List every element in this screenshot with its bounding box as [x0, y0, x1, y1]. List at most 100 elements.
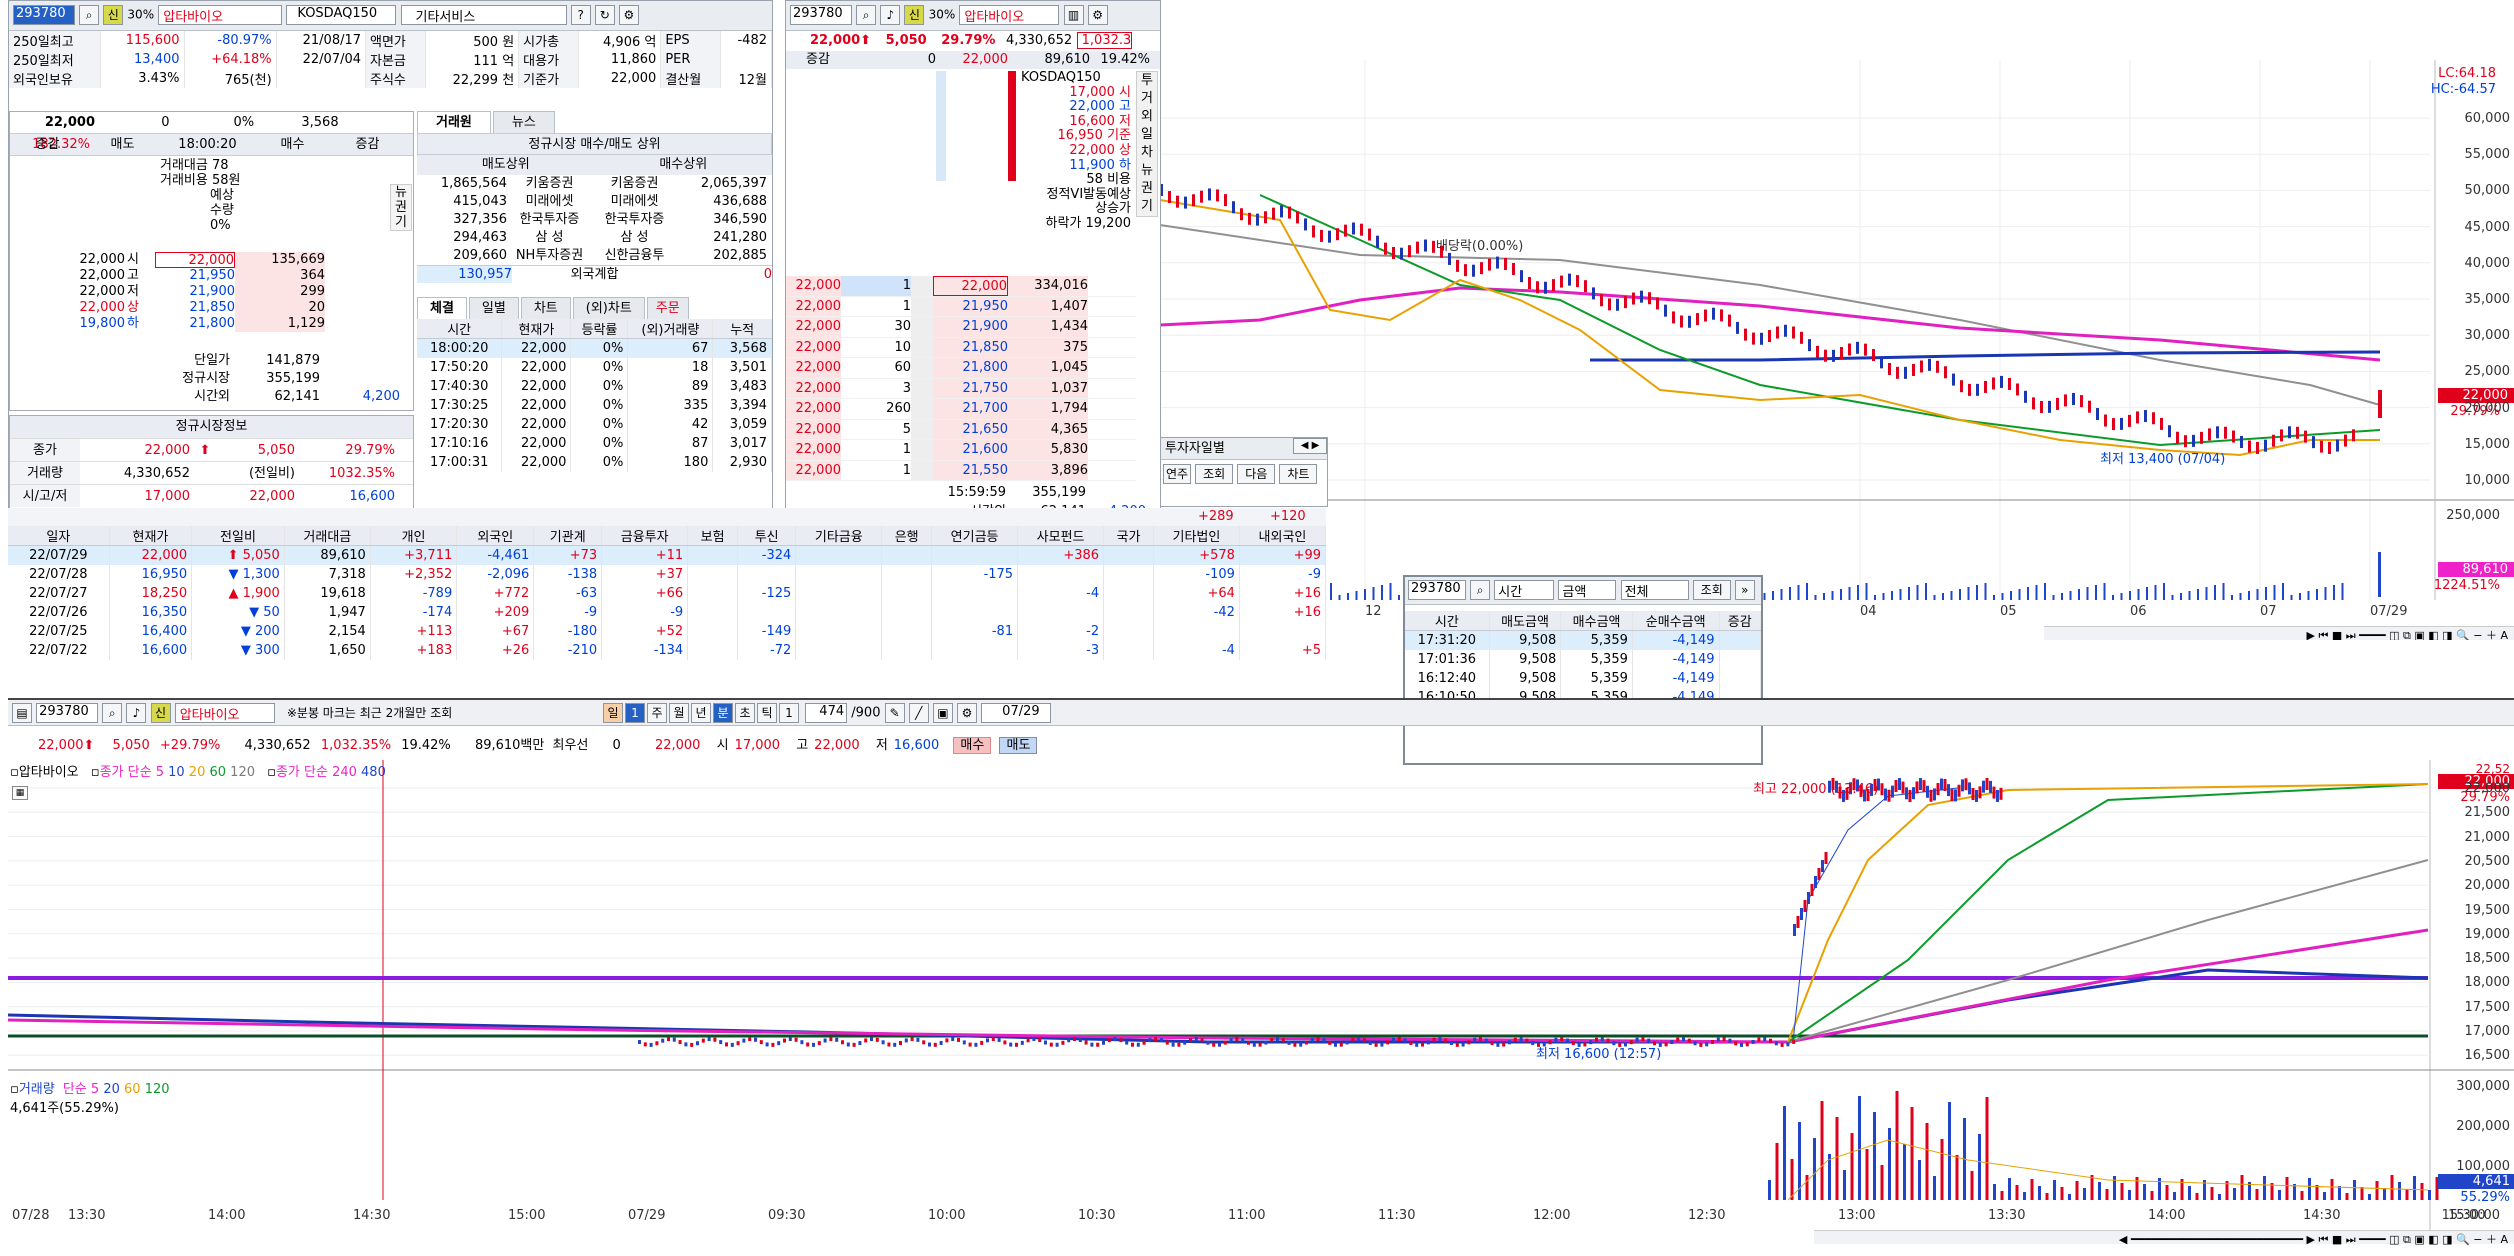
broker-buy-name[interactable]: 한국투자증: [592, 211, 677, 229]
execution-tab[interactable]: 일별: [468, 297, 519, 319]
broker-buy-name[interactable]: 미래에셋: [592, 193, 677, 211]
w2-ask-price[interactable]: 21,700: [933, 399, 1008, 419]
chart-scroll-toolbar[interactable]: ▶ ⏮ ■ ⏭ ━━━━ ◫ ⧉ ▣ ◧ ◨ 🔍 − ＋ A: [2044, 626, 2514, 640]
stock-code-input-2[interactable]: 293780: [790, 5, 852, 25]
w2-ask-price[interactable]: 22,000: [933, 276, 1008, 296]
bar-count-input[interactable]: 474: [805, 703, 848, 723]
period-button[interactable]: 1: [778, 703, 799, 723]
gear-icon[interactable]: ⚙: [957, 703, 978, 723]
tab-etc[interactable]: 기: [391, 215, 411, 230]
chart-icon[interactable]: ▥: [1063, 5, 1084, 25]
ob-bid-price[interactable]: 21,900: [155, 284, 236, 300]
execution-tab[interactable]: 차트: [520, 297, 571, 319]
w2-ask-price[interactable]: 21,750: [933, 378, 1008, 398]
investor-btn-chart[interactable]: 차트: [1279, 464, 1318, 484]
refresh-icon[interactable]: ↻: [594, 5, 615, 25]
minute-stock-name[interactable]: 압타바이오: [174, 703, 275, 723]
w2-bid-price[interactable]: 22,000: [786, 460, 841, 480]
investor-btn-1[interactable]: 연주: [1163, 464, 1191, 484]
w2-bid-price[interactable]: 22,000: [786, 358, 841, 378]
minute-code-input[interactable]: 293780: [36, 703, 99, 723]
speaker-icon[interactable]: ♪: [880, 5, 901, 25]
investor-btn-query[interactable]: 조회: [1195, 464, 1234, 484]
period-button[interactable]: 년: [690, 703, 711, 723]
ob-bid-price[interactable]: 22,000: [155, 252, 235, 268]
program-query-button[interactable]: 조회: [1692, 580, 1731, 600]
settings-icon-2[interactable]: ⚙: [1087, 5, 1108, 25]
w2-side-tab[interactable]: 일: [1137, 126, 1157, 144]
date-input[interactable]: 07/29: [981, 703, 1052, 723]
sell-button[interactable]: 매도: [999, 737, 1038, 754]
w2-ask-price[interactable]: 21,650: [933, 419, 1008, 439]
minute-scroll-toolbar[interactable]: ◀ ━━━━━━━━━━━━━━━━━━━━━━━━━━ ▶ ⏮ ■ ⏭ ━━━…: [1814, 1230, 2514, 1246]
w2-ask-price[interactable]: 21,600: [933, 440, 1008, 460]
w2-ask-price[interactable]: 21,800: [933, 358, 1008, 378]
stock-name-field-2[interactable]: 압타바이오: [959, 5, 1060, 25]
w2-bid-price[interactable]: 22,000: [786, 296, 841, 316]
search-icon-3[interactable]: ⌕: [1470, 580, 1491, 600]
period-button[interactable]: 분: [712, 703, 733, 723]
w2-side-tab[interactable]: 차: [1137, 144, 1157, 162]
w2-ask-price[interactable]: 21,950: [933, 296, 1008, 316]
tab-broker[interactable]: 거래원: [417, 111, 491, 133]
side-tab-strip[interactable]: 뉴권기: [390, 184, 412, 231]
settings-icon[interactable]: ⚙: [618, 5, 639, 25]
w2-bid-price[interactable]: 22,000: [786, 378, 841, 398]
w2-side-tab[interactable]: 뉴: [1137, 162, 1157, 180]
broker-buy-name[interactable]: 키움증권: [592, 175, 677, 193]
period-button[interactable]: 틱: [756, 703, 777, 723]
broker-sell-name[interactable]: NH투자증권: [507, 247, 592, 265]
w2-ask-price[interactable]: 21,850: [933, 337, 1008, 357]
stock-code-input[interactable]: 293780: [13, 5, 75, 25]
program-code-input[interactable]: 293780: [1408, 580, 1466, 600]
tab-news[interactable]: 뉴스: [492, 111, 555, 133]
ob-bid-price[interactable]: 21,800: [155, 316, 236, 332]
period-button[interactable]: 주: [646, 703, 667, 723]
broker-sell-name[interactable]: 삼 성: [507, 229, 592, 247]
speaker-icon-2[interactable]: ♪: [126, 703, 147, 723]
w2-side-tab[interactable]: 거: [1137, 90, 1157, 108]
save-icon[interactable]: ▣: [932, 703, 953, 723]
execution-tab[interactable]: 주문: [646, 297, 689, 319]
w2-side-tab[interactable]: 투: [1137, 72, 1157, 90]
w2-bid-price[interactable]: 22,000: [786, 337, 841, 357]
w2-bid-price[interactable]: 22,000: [786, 276, 841, 296]
program-select-time[interactable]: 시간: [1494, 580, 1555, 600]
execution-tab[interactable]: 체결: [417, 297, 467, 319]
broker-buy-name[interactable]: 신한금융투: [592, 247, 677, 265]
w2-ask-price[interactable]: 21,900: [933, 317, 1008, 337]
broker-sell-name[interactable]: 미래에셋: [507, 193, 592, 211]
search-icon-2[interactable]: ⌕: [856, 5, 877, 25]
program-select-amount[interactable]: 금액: [1558, 580, 1617, 600]
broker-sell-name[interactable]: 키움증권: [507, 175, 592, 193]
w2-side-tabs[interactable]: 투거외일차뉴권기: [1136, 71, 1158, 217]
indicator-settings-icon[interactable]: ▦: [12, 786, 28, 800]
tools-icon[interactable]: ✎: [884, 703, 905, 723]
broker-sell-name[interactable]: 한국투자증: [507, 211, 592, 229]
period-button[interactable]: 1: [624, 703, 645, 723]
investor-btn-next[interactable]: 다음: [1237, 464, 1276, 484]
period-button[interactable]: 일: [602, 703, 623, 723]
search-icon-4[interactable]: ⌕: [102, 703, 123, 723]
w2-side-tab[interactable]: 권: [1137, 180, 1157, 198]
tab-news[interactable]: 뉴: [391, 185, 411, 200]
w2-bid-price[interactable]: 22,000: [786, 419, 841, 439]
program-select-all[interactable]: 전체: [1620, 580, 1689, 600]
w2-side-tab[interactable]: 기: [1137, 198, 1157, 216]
w2-side-tab[interactable]: 외: [1137, 108, 1157, 126]
tab-rights[interactable]: 권: [391, 200, 411, 215]
period-button[interactable]: 월: [668, 703, 689, 723]
w2-bid-price[interactable]: 22,000: [786, 317, 841, 337]
expand-icon[interactable]: »: [1734, 580, 1755, 600]
help-icon[interactable]: ?: [570, 5, 591, 25]
line-icon[interactable]: ╱: [908, 703, 929, 723]
w2-bid-price[interactable]: 22,000: [786, 440, 841, 460]
ob-bid-price[interactable]: 21,850: [155, 300, 236, 316]
window-icon[interactable]: ▤: [12, 703, 32, 723]
period-button[interactable]: 초: [734, 703, 755, 723]
broker-buy-name[interactable]: 삼 성: [592, 229, 677, 247]
ob-bid-price[interactable]: 21,950: [155, 268, 236, 284]
w2-bid-price[interactable]: 22,000: [786, 399, 841, 419]
buy-button[interactable]: 매수: [953, 737, 992, 754]
prev-next-icon[interactable]: ◀ ▶: [1293, 438, 1327, 454]
